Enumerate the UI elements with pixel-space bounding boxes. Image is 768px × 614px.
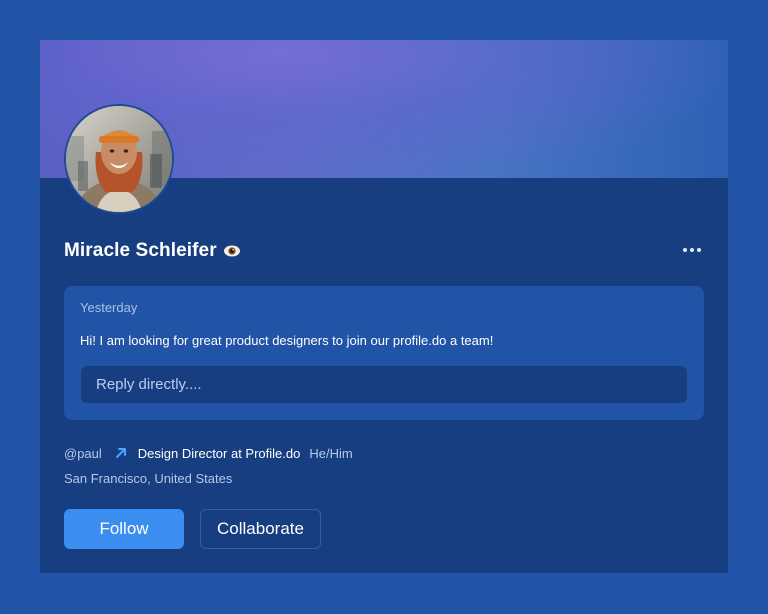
collaborate-button[interactable]: Collaborate	[200, 509, 321, 549]
more-options-button[interactable]	[678, 239, 706, 261]
profile-name: Miracle Schleifer	[64, 240, 217, 261]
avatar[interactable]	[64, 104, 174, 214]
message-text: Hi! I am looking for great product desig…	[80, 333, 494, 348]
message-timestamp: Yesterday	[80, 300, 138, 315]
profile-card: Miracle Schleifer Yesterday Hi! I am loo…	[40, 40, 728, 573]
name-row: Miracle Schleifer	[64, 239, 241, 263]
more-horizontal-icon	[683, 248, 687, 252]
message-box: Yesterday Hi! I am looking for great pro…	[64, 286, 704, 420]
avatar-photo	[66, 106, 172, 212]
eye-icon	[223, 244, 241, 258]
profile-pronouns: He/Him	[309, 445, 353, 461]
profile-handle: @paul	[64, 445, 102, 461]
arrow-up-right-icon[interactable]	[114, 446, 128, 460]
reply-input[interactable]	[81, 366, 687, 403]
profile-info-row: @paul Design Director at Profile.do He/H…	[64, 444, 353, 462]
profile-role: Design Director at Profile.do	[137, 445, 301, 461]
follow-button[interactable]: Follow	[64, 509, 184, 549]
profile-location: San Francisco, United States	[64, 471, 233, 486]
